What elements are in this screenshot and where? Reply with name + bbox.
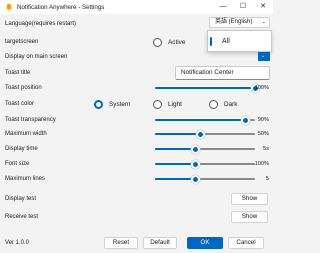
display-on-main-label: Display on main screen [5, 54, 68, 60]
maximum-width-label: Maximum width [5, 131, 47, 137]
app-bell-icon [5, 3, 13, 11]
maximum-width-slider[interactable] [155, 129, 255, 139]
radio-label: Active [168, 39, 186, 46]
slider-fill [155, 163, 195, 165]
close-icon[interactable]: ✕ [253, 1, 273, 13]
maximum-lines-value: 5 [265, 176, 269, 182]
display-on-main-dropdown[interactable]: ⌄ [258, 52, 270, 61]
maximum-width-value: 50% [257, 131, 269, 137]
toast-color-label: Toast color [5, 101, 35, 107]
chevron-down-icon: ⌄ [261, 53, 266, 59]
slider-thumb[interactable] [195, 129, 205, 139]
toast-position-label: Toast position [5, 85, 42, 91]
targetscreen-radio-active[interactable]: Active [153, 38, 185, 47]
slider-thumb[interactable] [240, 115, 250, 125]
toast-transparency-label: Toast transparency [5, 117, 56, 123]
display-test-show-button[interactable]: Show [231, 193, 268, 205]
slider-fill [155, 119, 245, 121]
receive-test-label: Receive test [5, 214, 39, 220]
receive-test-show-button[interactable]: Show [231, 211, 268, 223]
maximum-lines-label: Maximum lines [5, 176, 46, 182]
slider-thumb[interactable] [190, 174, 200, 184]
minimize-icon[interactable]: — [213, 1, 233, 13]
cancel-button[interactable]: Cancel [228, 237, 264, 249]
language-label: Language(requires restart) [5, 21, 77, 27]
default-button[interactable]: Default [143, 237, 177, 249]
maximum-lines-slider[interactable] [155, 174, 255, 184]
radio-circle [153, 38, 162, 47]
popup-option-all[interactable]: All [222, 38, 230, 45]
title-bar: Notification Anywhere - Settings — ☐ ✕ [0, 0, 273, 14]
toast-color-radio-system[interactable]: System [94, 100, 130, 109]
display-time-value: 5s [263, 146, 269, 152]
font-size-slider[interactable] [155, 159, 255, 169]
toast-title-label: Toast title [5, 70, 31, 76]
language-value: 英語 (English) [215, 19, 253, 25]
maximize-icon[interactable]: ☐ [233, 1, 253, 13]
toast-position-value: 100% [254, 85, 269, 91]
font-size-label: Font size [5, 161, 30, 167]
radio-label: Dark [224, 101, 238, 108]
reset-button[interactable]: Reset [104, 237, 138, 249]
font-size-value: 100% [254, 161, 269, 167]
version-text: Ver 1.0.0 [5, 240, 30, 246]
toast-position-slider[interactable] [155, 83, 260, 93]
display-time-label: Display time [5, 146, 38, 152]
toast-transparency-slider[interactable] [155, 115, 255, 125]
slider-thumb[interactable] [190, 144, 200, 154]
toast-color-radio-light[interactable]: Light [153, 100, 182, 109]
slider-fill [155, 148, 195, 150]
ok-button[interactable]: OK [187, 237, 223, 249]
chevron-down-icon: ⌄ [261, 19, 266, 25]
slider-fill [155, 133, 200, 135]
slider-fill [155, 87, 255, 89]
radio-circle [94, 100, 103, 109]
toast-color-radio-dark[interactable]: Dark [209, 100, 238, 109]
slider-thumb[interactable] [190, 159, 200, 169]
language-popup: All [207, 30, 272, 52]
radio-circle [209, 100, 218, 109]
toast-title-input[interactable]: Notification Center [175, 66, 270, 80]
language-dropdown[interactable]: 英語 (English) ⌄ [209, 17, 270, 28]
display-test-label: Display test [5, 196, 37, 202]
radio-label: Light [168, 101, 182, 108]
targetscreen-label: targetscreen [5, 39, 39, 45]
display-time-slider[interactable] [155, 144, 255, 154]
radio-label: System [109, 101, 131, 108]
window-title: Notification Anywhere - Settings [17, 3, 105, 11]
toast-transparency-value: 90% [257, 117, 269, 123]
slider-fill [155, 178, 195, 180]
radio-circle [153, 100, 162, 109]
selection-indicator [210, 37, 212, 46]
